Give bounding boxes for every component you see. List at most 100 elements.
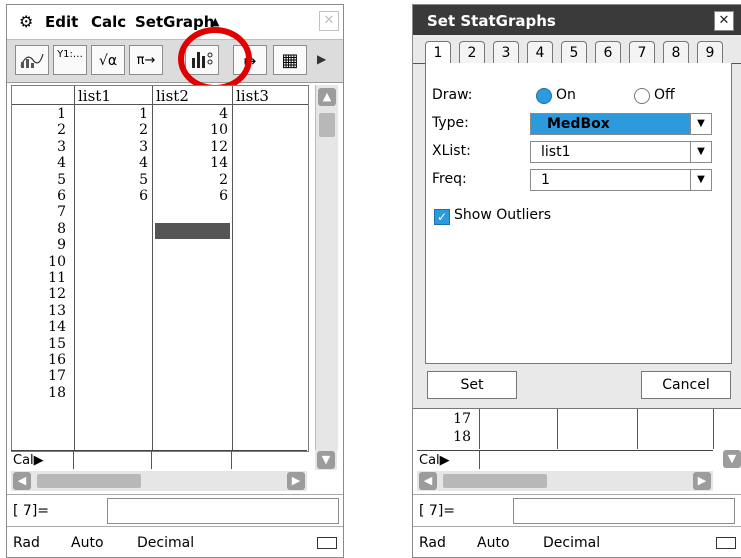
row-number: 2: [57, 122, 66, 139]
scroll-right-icon[interactable]: ▶: [287, 472, 305, 490]
set-button[interactable]: Set: [427, 371, 517, 399]
chevron-down-icon[interactable]: ▼: [690, 142, 711, 162]
row-number: 10: [48, 253, 66, 270]
selected-cell[interactable]: [155, 223, 230, 239]
menu-calc[interactable]: Calc: [91, 13, 126, 31]
row-number: 9: [57, 237, 66, 254]
row-number: 4: [57, 155, 66, 172]
row-number: 18: [48, 384, 66, 401]
horizontal-scrollbar[interactable]: ◀ ▶: [417, 471, 713, 491]
table-icon[interactable]: ▦: [273, 45, 307, 75]
cell-list1[interactable]: 4: [84, 156, 148, 170]
tab-9[interactable]: 9: [697, 41, 723, 64]
row-number: 15: [48, 335, 66, 352]
more-label: ▶: [317, 52, 327, 66]
row-number: 8: [57, 220, 66, 237]
freq-select[interactable]: 1 ▼: [530, 169, 712, 191]
graph-icon[interactable]: [15, 45, 49, 75]
dialog-title-bar: Set StatGraphs ✕: [413, 5, 741, 35]
scroll-left-icon[interactable]: ◀: [419, 472, 437, 490]
cell-list2[interactable]: 10: [158, 123, 228, 137]
draw-off-radio[interactable]: [634, 88, 650, 104]
show-outliers-label: Show Outliers: [454, 207, 552, 223]
tab-4[interactable]: 4: [527, 41, 553, 64]
status-mode[interactable]: Auto: [477, 535, 510, 551]
chevron-down-icon[interactable]: ▼: [690, 114, 711, 134]
spreadsheet-screen: ⚙ Edit Calc SetGraph ▲ ✕ Y1:… √α π→ ↦ ▦ …: [6, 4, 344, 558]
sqrt-alpha-icon[interactable]: √α: [91, 45, 125, 75]
entry-input[interactable]: [107, 498, 339, 524]
status-mode[interactable]: Auto: [71, 535, 104, 551]
close-icon[interactable]: ✕: [319, 11, 339, 31]
header-list1[interactable]: list1: [78, 87, 111, 105]
battery-icon: [716, 537, 736, 549]
entry-line: [ 7]=: [413, 494, 741, 527]
entry-line: [ 7]=: [7, 494, 343, 527]
type-select[interactable]: MedBox ▼: [530, 113, 712, 135]
scroll-right-icon[interactable]: ▶: [693, 472, 711, 490]
cell-list2[interactable]: 12: [158, 140, 228, 154]
cal-row[interactable]: Cal▶: [11, 450, 307, 469]
scroll-down-icon[interactable]: ▼: [723, 450, 741, 468]
cell-list2[interactable]: 2: [158, 173, 228, 187]
status-bar: Rad Auto Decimal: [7, 526, 343, 557]
menu-bar: ⚙ Edit Calc SetGraph ▲ ✕: [7, 5, 343, 40]
h-scroll-thumb[interactable]: [443, 474, 547, 488]
tab-3[interactable]: 3: [493, 41, 519, 64]
scroll-down-icon[interactable]: ▼: [317, 451, 335, 469]
chevron-down-icon[interactable]: ▼: [690, 170, 711, 190]
y-list-icon[interactable]: Y1:…: [53, 45, 87, 75]
cell-list1[interactable]: 5: [84, 173, 148, 187]
more-icon[interactable]: ▶: [317, 52, 326, 66]
menu-edit[interactable]: Edit: [45, 13, 78, 31]
row-number: 14: [48, 319, 66, 336]
tab-7[interactable]: 7: [629, 41, 655, 64]
status-format[interactable]: Decimal: [543, 535, 600, 551]
cell-list1[interactable]: 1: [84, 107, 148, 121]
header-list2[interactable]: list2: [156, 87, 189, 105]
status-angle[interactable]: Rad: [13, 535, 40, 551]
type-value: MedBox: [547, 116, 610, 132]
horizontal-scrollbar[interactable]: ◀ ▶: [11, 471, 307, 491]
freq-value: 1: [541, 172, 550, 188]
close-icon[interactable]: ✕: [714, 11, 734, 31]
h-scroll-thumb[interactable]: [37, 474, 141, 488]
cell-list2[interactable]: 4: [158, 107, 228, 121]
row-number: 16: [48, 352, 66, 368]
xlist-label: XList:: [432, 143, 471, 159]
draw-on-radio[interactable]: [536, 88, 552, 104]
xlist-select[interactable]: list1 ▼: [530, 141, 712, 163]
gear-icon[interactable]: ⚙: [19, 12, 33, 31]
highlight-circle: [178, 27, 252, 91]
tab-6[interactable]: 6: [595, 41, 621, 64]
settings-panel: Draw: On Off Type: MedBox ▼ XList: list1…: [425, 63, 732, 364]
cancel-button[interactable]: Cancel: [641, 371, 731, 399]
tab-2[interactable]: 2: [459, 41, 485, 64]
row-number: 3: [57, 138, 66, 155]
sqrt-alpha-label: √α: [98, 53, 118, 69]
tab-1[interactable]: 1: [425, 41, 451, 65]
cell-list1[interactable]: 6: [84, 189, 148, 203]
row-number: 11: [48, 270, 66, 286]
entry-input[interactable]: [513, 498, 735, 524]
draw-off-label: Off: [654, 87, 675, 103]
header-list3[interactable]: list3: [236, 87, 269, 105]
xlist-value: list1: [541, 144, 571, 160]
status-format[interactable]: Decimal: [137, 535, 194, 551]
row-number: 5: [57, 171, 66, 188]
pi-icon[interactable]: π→: [129, 45, 163, 75]
scroll-up-icon[interactable]: ▲: [318, 88, 336, 106]
scroll-left-icon[interactable]: ◀: [13, 472, 31, 490]
cell-list2[interactable]: 6: [158, 189, 228, 203]
vertical-scrollbar[interactable]: ▲: [315, 85, 338, 450]
cell-list1[interactable]: 2: [84, 123, 148, 137]
tab-8[interactable]: 8: [663, 41, 689, 64]
scroll-thumb[interactable]: [319, 113, 335, 137]
row-number: 7: [57, 204, 66, 221]
cell-list1[interactable]: 3: [84, 140, 148, 154]
tab-5[interactable]: 5: [561, 41, 587, 64]
cell-list2[interactable]: 14: [158, 156, 228, 170]
cal-row[interactable]: Cal▶: [417, 450, 713, 469]
status-angle[interactable]: Rad: [419, 535, 446, 551]
show-outliers-checkbox[interactable]: ✓: [434, 209, 450, 225]
